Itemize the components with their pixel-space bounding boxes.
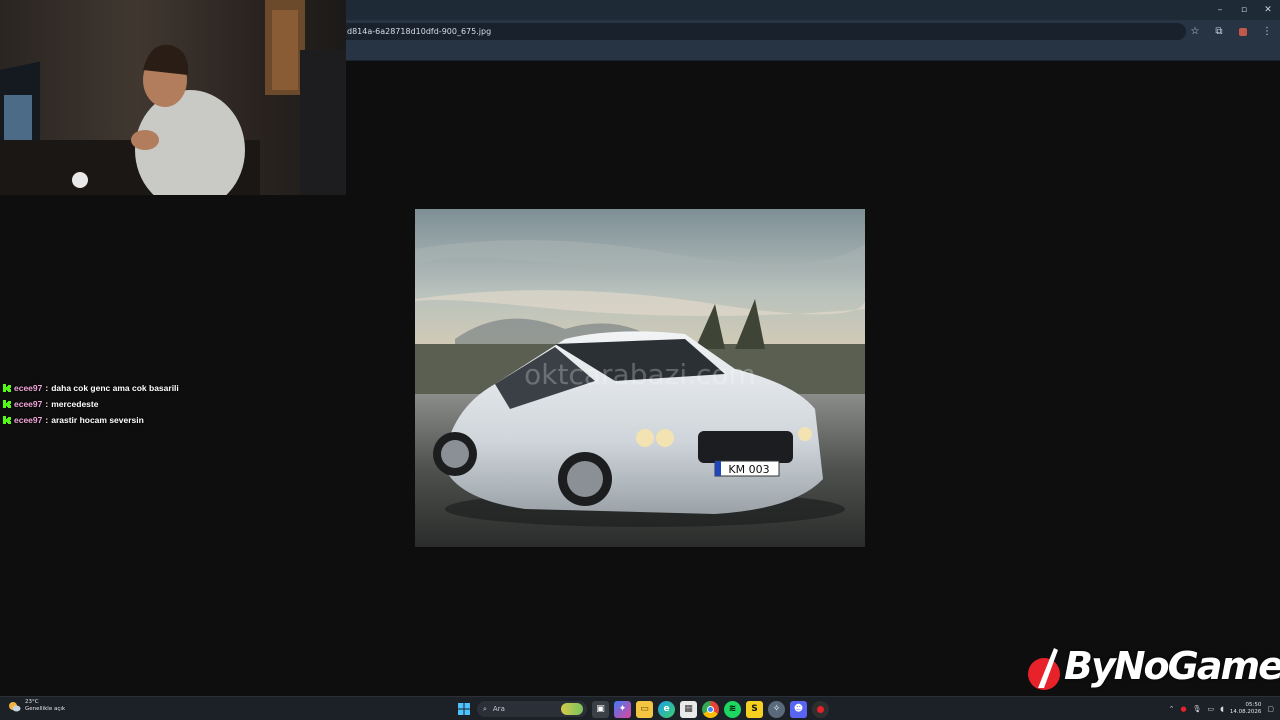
chat-text: arastir hocam seversin [51,415,144,425]
maximize-button[interactable]: ▫ [1232,0,1256,20]
close-button[interactable]: ✕ [1256,0,1280,20]
search-icon: ⌕ [483,704,487,713]
start-icon[interactable] [455,701,472,718]
bynogame-logo: ByNoGame [1022,642,1280,698]
system-tray: ⌃ ● 🎙︎ ▭ ◖ 05:50 14.08.2026 ▢ [1169,699,1274,719]
network-icon[interactable]: ▭ [1208,705,1215,713]
search-highlight-icon [561,703,583,715]
file-explorer-icon[interactable]: ▭ [636,700,653,718]
chat-text: mercedeste [51,399,99,409]
chat-overlay: ecee97 : daha cok genc ama cok basarili … [3,380,179,428]
webcam-overlay [0,0,346,195]
chat-username: ecee97 [14,415,43,425]
clock-date: 14.08.2026 [1229,709,1262,715]
weather-temp: 23°C [25,699,39,705]
clock[interactable]: 05:50 14.08.2026 [1230,702,1262,716]
kick-badge-icon [3,416,11,424]
windows-taskbar: 23°C Genellikle açık ⌕ Ara ▣ ✦ ▭ e ▦ ≋ S [0,696,1280,720]
car-photo: KM 003 oktcarabazi.com [415,209,865,547]
minimize-button[interactable]: – [1208,0,1232,20]
chat-message: ecee97 : daha cok genc ama cok basarili [3,380,179,396]
task-view-icon[interactable]: ▣ [592,700,609,718]
chat-username: ecee97 [14,399,43,409]
taskbar-apps: ⌕ Ara ▣ ✦ ▭ e ▦ ≋ S ✧ ☻ [455,699,829,719]
chat-separator: : [45,399,49,409]
chat-message: ecee97 : mercedeste [3,396,179,412]
star-icon[interactable]: ☆ [1188,23,1202,40]
recording-icon[interactable] [812,700,829,718]
chat-text: daha cok genc ama cok basarili [51,383,179,393]
clock-time: 05:50 [1245,702,1262,708]
chrome-icon[interactable] [702,700,719,718]
chat-message: ecee97 : arastir hocam seversin [3,412,179,428]
weather-sun-icon [9,701,21,711]
edge-icon[interactable]: e [658,700,675,718]
chevron-up-icon[interactable]: ⌃ [1169,705,1175,713]
notification-icon[interactable]: ▢ [1267,705,1274,713]
menu-icon[interactable]: ⋮ [1260,23,1274,40]
browser-toolbar: d814a-6a28718d10dfd-900_675.jpg ☆ ⧉ ⋮ [346,20,1280,43]
store-icon[interactable]: ▦ [680,700,697,718]
weather-desc: Genellikle açık [25,706,66,712]
logo-mark-icon [1028,648,1060,690]
discord-icon[interactable]: ☻ [790,700,807,718]
chat-separator: : [45,415,49,425]
screen: – ▫ ✕ d814a-6a28718d10dfd-900_675.jpg ☆ … [0,0,1280,720]
search-placeholder: Ara [492,705,505,713]
microphone-icon[interactable]: 🎙︎ [1193,705,1202,713]
kick-badge-icon [3,400,11,408]
toolbar-icons: ☆ ⧉ ⋮ [1188,23,1274,40]
watermark: oktcarabazi.com [524,358,756,391]
extensions-icon[interactable]: ⧉ [1212,23,1226,40]
logo-text: ByNoGame [1064,644,1280,688]
weather-widget[interactable]: 23°C Genellikle açık [8,699,65,713]
copilot-icon[interactable]: ✦ [614,700,631,718]
browser-titlebar: – ▫ ✕ [346,0,1280,20]
window-controls: – ▫ ✕ [1208,0,1280,20]
volume-icon[interactable]: ◖ [1220,705,1224,713]
address-bar[interactable]: d814a-6a28718d10dfd-900_675.jpg [346,23,1186,40]
profile-icon[interactable] [1236,23,1250,40]
s-app-icon[interactable]: S [746,700,763,718]
bookmarks-bar [346,43,1280,61]
chat-separator: : [45,383,49,393]
license-plate: KM 003 [728,463,769,476]
tray-app-icon[interactable]: ● [1181,705,1187,713]
kick-badge-icon [3,384,11,392]
spotify-icon[interactable]: ≋ [724,700,741,718]
taskbar-search[interactable]: ⌕ Ara [477,701,587,717]
network-app-icon[interactable]: ✧ [768,700,785,718]
chat-username: ecee97 [14,383,43,393]
